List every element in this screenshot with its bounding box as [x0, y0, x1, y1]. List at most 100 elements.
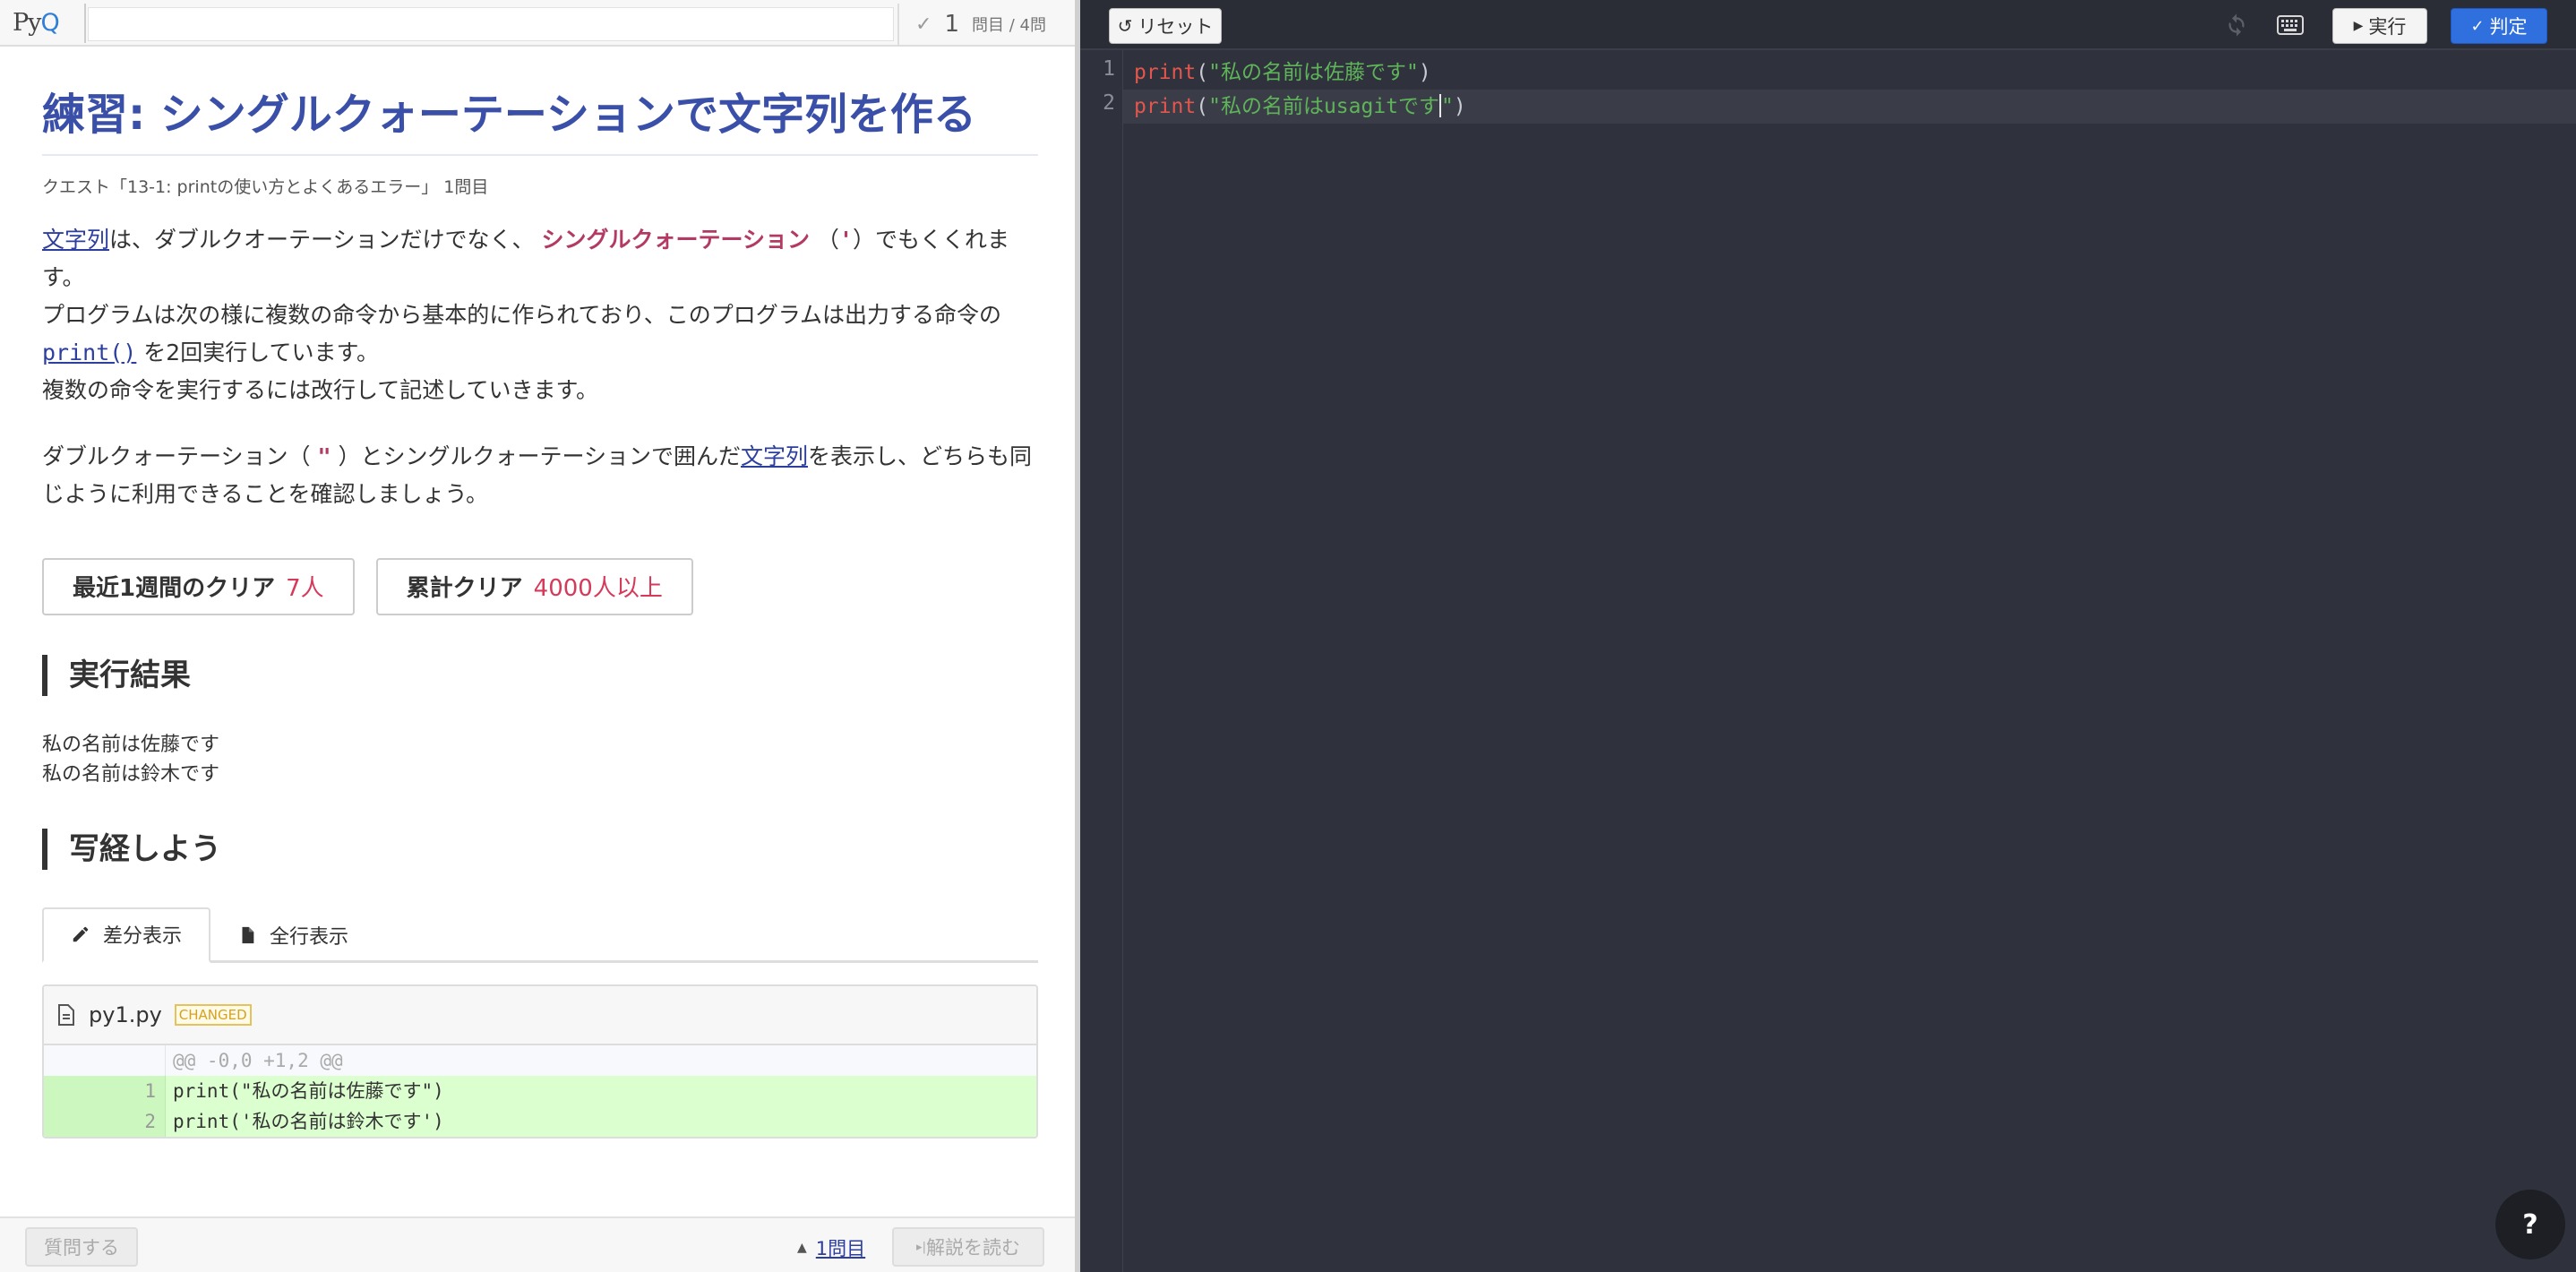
total-clear-stat: 累計クリア 4000人以上 [375, 557, 693, 615]
code-paren: ( [1196, 95, 1209, 118]
progress-current: 1 [944, 11, 959, 38]
editor-toolbar: ↺ リセット ▶ 実行 ✓ 判定 [1080, 0, 2576, 50]
changed-badge: CHANGED [174, 1003, 252, 1026]
button-label: 解説を読む [925, 1237, 1020, 1259]
diff-tabs: 差分表示 全行表示 [42, 907, 1038, 963]
file-icon [58, 1003, 74, 1026]
keyboard-icon[interactable] [2277, 13, 2304, 37]
single-quote-char: ' [838, 226, 853, 253]
output-line: 私の名前は佐藤です [42, 733, 220, 756]
divider [84, 4, 86, 43]
logo-p: P [13, 9, 29, 37]
bottom-bar: 質問する ▲ 1問目 ▸| 解説を読む [0, 1216, 1075, 1272]
check-icon: ✓ [2470, 16, 2485, 36]
clear-stats: 最近1週間のクリア 7人 累計クリア 4000人以上 [42, 557, 1038, 615]
code-string: "私の名前は佐藤です" [1208, 61, 1419, 84]
code-keyword: print [1134, 61, 1197, 84]
logo-q: Q [40, 9, 59, 37]
code-editor-pane: ↺ リセット ▶ 実行 ✓ 判定 1 2 print("私の名前は佐藤です") … [1080, 0, 2576, 1272]
weekly-clear-stat: 最近1週間のクリア 7人 [42, 557, 355, 615]
quest-breadcrumb: クエスト「13-1: printの使い方とよくあるエラー」 1問目 [42, 176, 489, 197]
check-icon: ✓ [915, 13, 932, 36]
exercise-pane: PyQ ✓ 1 問目 / 4問 練習: シングルクォーテーションで文字列を作る … [0, 0, 1075, 1272]
code-paren: ( [1196, 61, 1209, 84]
file-icon [242, 926, 254, 943]
text: 複数の命令を実行するには改行して記述していきます。 [42, 376, 599, 403]
stat-label: 累計クリア [406, 575, 523, 603]
question-progress[interactable]: ✓ 1 問目 / 4問 [897, 4, 1073, 45]
gutter-line-number: 2 [1103, 91, 1115, 115]
top-bar: PyQ ✓ 1 問目 / 4問 [0, 0, 1075, 47]
code-string: " [1441, 95, 1454, 118]
skip-icon: ▸| [916, 1240, 926, 1254]
print-link[interactable]: print() [42, 339, 136, 365]
text: （ [809, 226, 839, 253]
text: ダブルクォーテーション（ [42, 443, 318, 469]
copy-heading: 写経しよう [42, 828, 1038, 870]
stat-value: 7人 [286, 575, 324, 603]
text: は、ダブルクオーテーションだけでなく、 [109, 226, 542, 253]
page-title: 練習: シングルクォーテーションで文字列を作る [42, 90, 1038, 156]
diff-hunk-row: @@ -0,0 +1,2 @@ [44, 1044, 1036, 1076]
line-number [44, 1044, 166, 1076]
logo-y: y [28, 9, 41, 37]
reset-button[interactable]: ↺ リセット [1109, 8, 1222, 44]
judge-button[interactable]: ✓ 判定 [2451, 8, 2547, 44]
diff-code: print("私の名前は佐藤です") [173, 1079, 444, 1102]
read-explanation-button[interactable]: ▸| 解説を読む [892, 1227, 1044, 1267]
question-nav[interactable]: ▲ 1問目 [797, 1234, 865, 1261]
string-link[interactable]: 文字列 [42, 227, 109, 253]
help-button[interactable]: ? [2495, 1190, 2565, 1259]
gutter-line-number: 1 [1103, 57, 1115, 81]
pyq-logo[interactable]: PyQ [13, 9, 60, 37]
progress-bar [88, 7, 894, 41]
code-paren: ) [1418, 61, 1431, 84]
caret-up-icon: ▲ [797, 1241, 807, 1255]
diff-code: print('私の名前は鈴木です') [173, 1110, 444, 1132]
question-nav-label: 1問目 [815, 1238, 866, 1259]
string-link[interactable]: 文字列 [741, 443, 808, 469]
play-icon: ▶ [2353, 19, 2364, 33]
code-paren: ) [1453, 95, 1466, 118]
text: プログラムは次の様に複数の命令から基本的に作られており、このプログラムは出力する… [42, 301, 1002, 328]
diff-view: py1.py CHANGED @@ -0,0 +1,2 @@ 1 print("… [42, 984, 1038, 1139]
line-gutter: 1 2 [1080, 50, 1123, 1272]
text: を2回実行しています。 [136, 339, 379, 365]
stat-value: 4000人以上 [533, 575, 663, 603]
line-number: 2 [44, 1105, 166, 1137]
double-quote-char: " [317, 443, 331, 469]
expected-output: 私の名前は佐藤です 私の名前は鈴木です [42, 730, 1038, 789]
tab-diff[interactable]: 差分表示 [42, 907, 211, 963]
result-heading: 実行結果 [42, 654, 1038, 696]
ask-question-button[interactable]: 質問する [25, 1227, 138, 1267]
undo-icon: ↺ [1117, 15, 1133, 37]
diff-file-name: py1.py [89, 1001, 162, 1027]
code-line-active: print("私の名前はusagitです") [1123, 90, 2576, 124]
output-line: 私の名前は鈴木です [42, 762, 220, 786]
text: ）とシングルクォーテーションで囲んだ [331, 443, 741, 469]
code-line: print("私の名前は佐藤です") [1123, 56, 2576, 90]
progress-total: 問目 / 4問 [971, 16, 1046, 35]
button-label: 判定 [2489, 16, 2528, 38]
diff-added-row: 2 print('私の名前は鈴木です') [44, 1105, 1036, 1137]
code-keyword: print [1134, 95, 1197, 118]
description-paragraph-2: ダブルクォーテーション（ " ）とシングルクォーテーションで囲んだ文字列を表示し… [42, 438, 1038, 513]
run-button[interactable]: ▶ 実行 [2332, 8, 2427, 44]
code-string: "私の名前はusagitです [1208, 95, 1440, 118]
tab-label: 差分表示 [103, 925, 183, 949]
code-input[interactable]: print("私の名前は佐藤です") print("私の名前はusagitです"… [1123, 50, 2576, 1272]
diff-file-header: py1.py CHANGED [44, 985, 1036, 1045]
refresh-icon[interactable] [2223, 12, 2250, 39]
tab-all-lines[interactable]: 全行表示 [210, 907, 375, 963]
stat-label: 最近1週間のクリア [73, 575, 276, 603]
diff-added-row: 1 print("私の名前は佐藤です") [44, 1075, 1036, 1106]
exercise-content: 練習: シングルクォーテーションで文字列を作る クエスト「13-1: print… [42, 47, 1038, 1139]
hunk-header: @@ -0,0 +1,2 @@ [173, 1049, 343, 1071]
description-paragraph-1: 文字列は、ダブルクオーテーションだけでなく、 シングルクォーテーション （'）で… [42, 221, 1038, 409]
single-quote-term: シングルクォーテーション [541, 226, 810, 253]
tab-label: 全行表示 [270, 925, 349, 949]
pencil-icon [73, 926, 89, 942]
button-label: 実行 [2368, 16, 2407, 38]
button-label: リセット [1138, 16, 1214, 38]
line-number: 1 [44, 1075, 166, 1106]
